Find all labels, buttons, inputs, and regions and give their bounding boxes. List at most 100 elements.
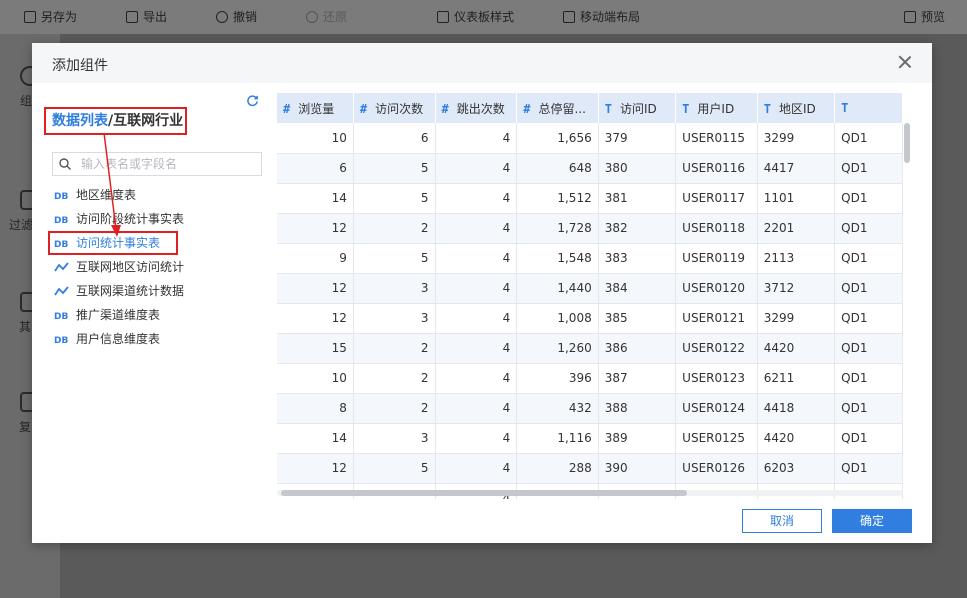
table-cell: QD1	[834, 273, 903, 304]
table-cell: QD1	[834, 183, 903, 214]
column-header[interactable]: # 访问次数	[353, 93, 436, 123]
table-cell: USER0116	[675, 153, 758, 184]
table-cell: 1,116	[516, 423, 599, 454]
table-item-user-info-dim[interactable]: DB 用户信息维度表	[54, 327, 254, 351]
analysis-table-icon	[54, 286, 69, 296]
column-header[interactable]: # 跳出次数	[435, 93, 518, 123]
table-cell: USER0121	[675, 303, 758, 334]
export-button[interactable]: 导出	[126, 9, 167, 25]
vertical-scrollbar[interactable]	[904, 123, 910, 163]
data-preview-grid[interactable]: # 浏览量 # 访问次数 # 跳出次数 # 总停留... T 访问ID T 用户ID T 地区ID T 10…	[277, 93, 903, 499]
table-cell: 2	[353, 333, 436, 364]
table-cell: QD1	[834, 453, 903, 484]
table-cell: 8	[277, 393, 354, 424]
column-header-label: 访问次数	[375, 101, 424, 116]
table-cell: 3	[353, 423, 436, 454]
package-title-link[interactable]: 数据列表	[52, 113, 108, 129]
table-item-region-visit-stat[interactable]: 互联网地区访问统计	[54, 255, 254, 279]
column-header-label: 跳出次数	[456, 101, 505, 116]
table-cell: 4	[435, 273, 518, 304]
column-header[interactable]: # 浏览量	[277, 93, 354, 123]
table-cell: 2	[353, 393, 436, 424]
column-header[interactable]: T 访问ID	[598, 93, 677, 123]
dialog-header: 添加组件	[32, 43, 932, 83]
table-cell: 4	[435, 393, 518, 424]
column-header[interactable]: T 用户ID	[675, 93, 758, 123]
table-cell: 1,008	[516, 303, 599, 334]
column-header-label: 地区ID	[778, 101, 816, 116]
table-row: 14 5 4 1,512 381 USER0117 1101 QD1	[277, 183, 903, 214]
db-table-icon: DB	[54, 336, 68, 345]
table-cell: 3299	[757, 303, 836, 334]
annotation-arrow	[103, 132, 121, 237]
table-cell: 384	[598, 273, 677, 304]
table-cell: 4	[435, 123, 518, 154]
table-row: 8 2 4 432 388 USER0124 4418 QD1	[277, 393, 903, 424]
table-row: 12 3 4 1,008 385 USER0121 3299 QD1	[277, 303, 903, 334]
package-title-name: /互联网行业	[108, 113, 184, 129]
table-cell: QD1	[834, 393, 903, 424]
svg-text:DB: DB	[54, 216, 68, 225]
table-cell: USER0123	[675, 363, 758, 394]
table-cell: 288	[516, 453, 599, 484]
table-cell: 390	[598, 453, 677, 484]
top-toolbar: 另存为 导出 撤销 还原 仪表板样式 移动端布局 预览	[0, 0, 967, 34]
preview-button[interactable]: 预览	[904, 9, 945, 25]
redo-icon	[306, 11, 318, 23]
table-cell: 4	[435, 363, 518, 394]
table-cell: 383	[598, 243, 677, 274]
table-cell: 3299	[757, 123, 836, 154]
table-cell: USER0115	[675, 123, 758, 154]
table-cell: 15	[277, 333, 354, 364]
dashboard-style-button[interactable]: 仪表板样式	[437, 9, 514, 25]
table-row: 12 5 4 288 390 USER0126 6203 QD1	[277, 453, 903, 484]
table-cell: QD1	[834, 243, 903, 274]
table-cell: QD1	[834, 423, 903, 454]
table-cell: 388	[598, 393, 677, 424]
table-item-region-dim[interactable]: DB 地区维度表	[54, 183, 254, 207]
column-header[interactable]: T 地区ID	[757, 93, 836, 123]
horizontal-scrollbar[interactable]	[281, 490, 687, 496]
grid-icon	[437, 11, 449, 23]
table-cell: 381	[598, 183, 677, 214]
column-header-label: 浏览量	[298, 101, 335, 116]
table-cell: 5	[353, 243, 436, 274]
mobile-layout-button[interactable]: 移动端布局	[563, 9, 640, 25]
table-cell: 1,728	[516, 213, 599, 244]
undo-icon	[216, 11, 228, 23]
table-cell: 4420	[757, 333, 836, 364]
save-as-button[interactable]: 另存为	[24, 9, 77, 25]
table-cell: 6203	[757, 453, 836, 484]
db-table-icon: DB	[54, 312, 68, 321]
table-cell: 387	[598, 363, 677, 394]
table-item-channel-stat[interactable]: 互联网渠道统计数据	[54, 279, 254, 303]
undo-button[interactable]: 撤销	[216, 9, 257, 25]
table-item-visit-stage-fact[interactable]: DB 访问阶段统计事实表	[54, 207, 254, 231]
table-cell: 1,260	[516, 333, 599, 364]
export-icon	[126, 11, 138, 23]
analysis-table-icon	[54, 262, 69, 272]
table-cell: 3712	[757, 273, 836, 304]
table-cell: 4417	[757, 153, 836, 184]
refresh-icon[interactable]	[246, 94, 259, 107]
number-type-icon: #	[523, 101, 531, 116]
cancel-button[interactable]: 取消	[742, 509, 822, 533]
number-type-icon: #	[283, 101, 291, 116]
column-header[interactable]: T	[834, 93, 903, 123]
table-cell: QD1	[834, 123, 903, 154]
svg-text:DB: DB	[54, 336, 68, 345]
text-type-icon: T	[682, 101, 690, 116]
close-icon[interactable]	[898, 55, 912, 69]
table-row: 9 5 4 1,548 383 USER0119 2113 QD1	[277, 243, 903, 274]
table-cell: 385	[598, 303, 677, 334]
table-cell: USER0125	[675, 423, 758, 454]
table-cell: 10	[277, 363, 354, 394]
dialog-title: 添加组件	[52, 58, 108, 74]
table-cell: QD1	[834, 363, 903, 394]
column-header[interactable]: # 总停留...	[516, 93, 599, 123]
table-item-promo-channel-dim[interactable]: DB 推广渠道维度表	[54, 303, 254, 327]
confirm-button[interactable]: 确定	[832, 509, 912, 533]
redo-button[interactable]: 还原	[306, 9, 347, 25]
number-type-icon: #	[441, 101, 449, 116]
table-cell: 2	[353, 363, 436, 394]
